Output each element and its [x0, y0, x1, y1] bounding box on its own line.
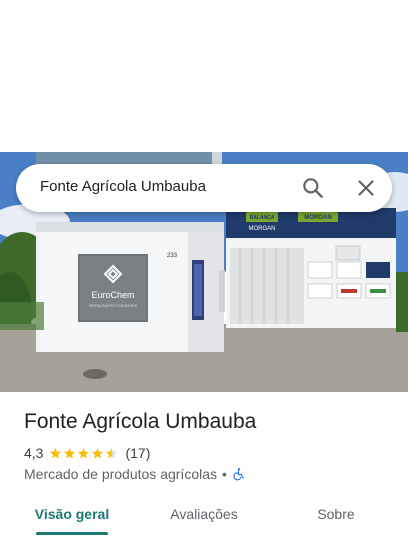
morgan-sign-right: MORGAN	[304, 215, 331, 221]
search-icon[interactable]	[300, 175, 326, 201]
wheelchair-icon	[233, 468, 244, 481]
blank-area	[0, 0, 408, 152]
star-icon	[78, 447, 90, 458]
svg-text:BALANÇA: BALANÇA	[250, 215, 275, 221]
star-icon	[50, 447, 62, 458]
rating-value: 4,3	[24, 445, 44, 461]
tab-reviews[interactable]: Avaliações	[156, 498, 252, 538]
close-icon[interactable]	[353, 175, 379, 201]
search-input[interactable]: Fonte Agrícola Umbauba	[40, 178, 206, 195]
search-bar[interactable]: Fonte Agrícola Umbauba	[16, 164, 392, 212]
place-category: Mercado de produtos agrícolas	[24, 466, 217, 482]
selected-tab-indicator	[36, 532, 108, 535]
separator-dot: •	[222, 466, 227, 482]
rating-stars	[49, 447, 119, 460]
tab-bar: Visão geral Avaliações Sobre	[0, 498, 408, 538]
review-count[interactable]: (17)	[125, 445, 150, 461]
rating-row[interactable]: 4,3 (17)	[24, 444, 150, 462]
eurochem-sign-text: EuroChem	[91, 290, 134, 300]
star-icon	[106, 447, 118, 458]
star-icon	[92, 447, 104, 458]
category-row: Mercado de produtos agrícolas •	[24, 465, 246, 483]
star-icon	[64, 447, 76, 458]
eurochem-sign-subtext: FERTILIZANTES TOCANTINS	[89, 304, 138, 308]
morgan-sign-left: MORGAN	[249, 226, 276, 232]
tab-about[interactable]: Sobre	[288, 498, 384, 538]
house-number: 233	[167, 253, 178, 259]
place-title: Fonte Agrícola Umbauba	[24, 410, 257, 433]
